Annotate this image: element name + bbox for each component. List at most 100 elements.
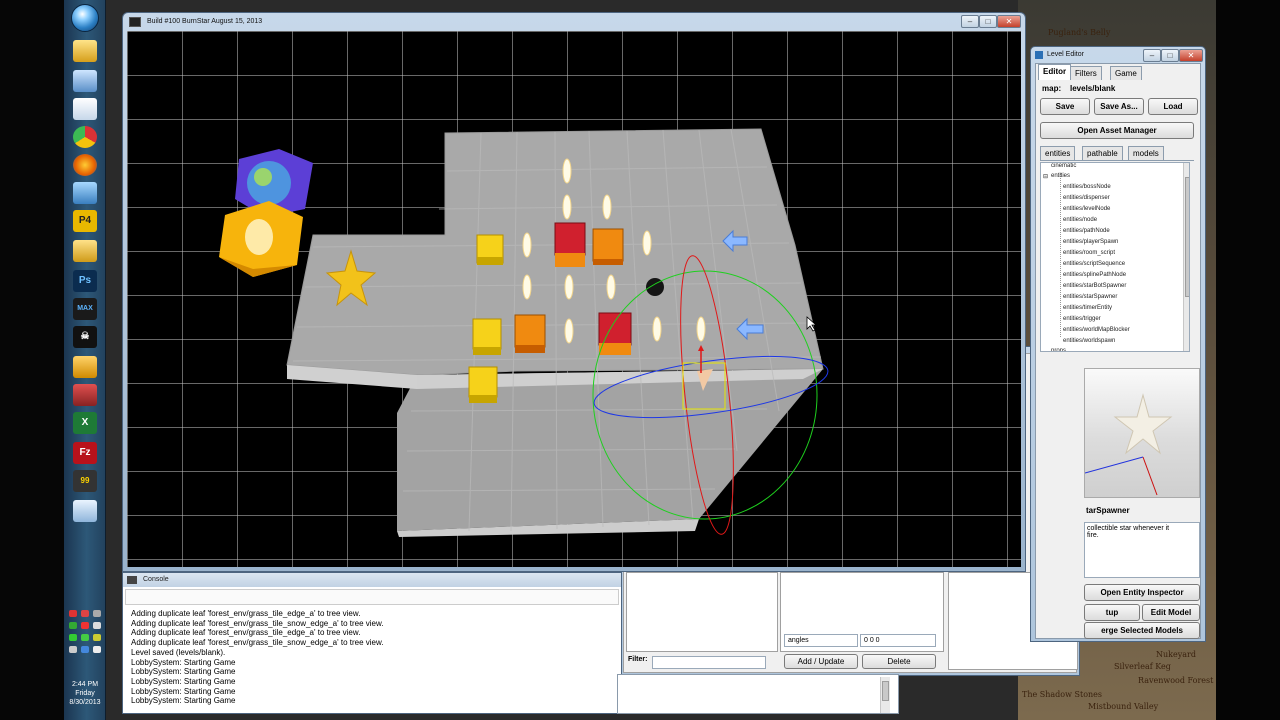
console-scroll-thumb[interactable] [882,681,889,701]
property-name-field[interactable]: angles [784,634,858,647]
tray-icon[interactable] [69,646,77,653]
console-output: Adding duplicate leaf 'forest_env/grass_… [131,609,611,706]
preview-axis-red [1142,456,1158,496]
3dsmax-icon[interactable]: MAX [73,298,97,320]
add-update-button[interactable]: Add / Update [784,654,858,669]
tree-item[interactable]: entities/worldMapBlocker [1063,327,1130,333]
property-value-field[interactable]: 0 0 0 [860,634,936,647]
tray-icon[interactable] [93,634,101,641]
pencil-icon[interactable] [73,356,97,378]
asset-tab-entities[interactable]: entities [1040,146,1076,160]
tree-item[interactable]: entities/playerSpawn [1063,239,1118,245]
taskbar: P4 Ps MAX ☠ X Fz 99 2:44 PM Friday 8/30/… [64,0,106,720]
tree-item[interactable]: entities/node [1063,217,1097,223]
maximize-button[interactable]: □ [979,15,997,28]
tree-item[interactable]: entities/starBotSpawner [1063,283,1126,289]
p4-icon[interactable]: P4 [73,210,97,232]
level-editor-window: Level Editor – □ ✕ Editor Filters Game m… [1030,46,1206,642]
console-toolbar [125,589,619,605]
bookstack-icon[interactable] [73,384,97,406]
tree-item[interactable]: entities/bossNode [1063,184,1111,190]
selected-entity-name: tarSpawner [1086,506,1130,515]
tree-item[interactable]: entities/scriptSequence [1063,261,1125,267]
minimize-button[interactable]: – [961,15,979,28]
tray-icon[interactable] [93,646,101,653]
pirate-icon[interactable]: ☠ [73,326,97,348]
excel-icon[interactable]: X [73,412,97,434]
tree-item[interactable]: entities/levelNode [1063,206,1110,212]
tree-node-entities[interactable]: entities [1051,173,1070,179]
le-close-button[interactable]: ✕ [1179,49,1203,62]
tree-node-cinematic[interactable]: cinematic [1051,163,1076,169]
tray-icon[interactable] [69,610,77,617]
map-label: Silverleaf Keg [1114,662,1171,671]
tree-item[interactable]: entities/trigger [1063,316,1101,322]
photoshop-icon[interactable]: Ps [73,270,97,292]
console-scrollbar[interactable] [880,677,890,713]
asset-tab-models[interactable]: models [1128,146,1164,160]
tree-scrollbar[interactable] [1183,163,1189,351]
tree-item[interactable]: entities/starSpawner [1063,294,1117,300]
tray-icon[interactable] [69,622,77,629]
tree-item[interactable]: entities/splinePathNode [1063,272,1126,278]
screen-icon[interactable] [73,500,97,522]
delete-button[interactable]: Delete [862,654,936,669]
tree-scroll-thumb[interactable] [1185,177,1189,297]
console-line: Adding duplicate leaf 'forest_env/grass_… [131,609,361,618]
asset-tab-pathable[interactable]: pathable [1082,146,1123,160]
save-button[interactable]: Save [1040,98,1090,115]
close-button[interactable]: ✕ [997,15,1021,28]
filter-input[interactable] [652,656,766,669]
taskbar-clock[interactable]: 2:44 PM Friday 8/30/2013 [64,680,106,707]
clock-date: 8/30/2013 [69,699,101,706]
tree-guide [1060,173,1061,337]
tree-node-props[interactable]: props [1051,348,1066,351]
windows-explorer-icon[interactable] [73,40,97,62]
save-as-button[interactable]: Save As... [1094,98,1144,115]
tray-icon[interactable] [81,610,89,617]
filezilla-icon[interactable]: Fz [73,442,97,464]
game-window: Build #100 BurnStar August 15, 2013 – □ … [122,12,1026,572]
tray-icon[interactable] [81,646,89,653]
tree-expander[interactable]: ⊟ [1043,173,1048,180]
tray-icon[interactable] [81,634,89,641]
game-window-title: Build #100 BurnStar August 15, 2013 [147,18,263,25]
console-line: LobbySystem: Starting Game [131,667,236,677]
edit-model-button[interactable]: Edit Model [1142,604,1200,621]
open-entity-inspector-button[interactable]: Open Entity Inspector [1084,584,1200,601]
open-asset-manager-button[interactable]: Open Asset Manager [1040,122,1194,139]
tree-item[interactable]: entities/worldspawn [1063,338,1115,344]
computer-icon[interactable] [73,70,97,92]
notepad-icon[interactable] [73,98,97,120]
firefox-icon[interactable] [73,154,97,176]
folder-icon[interactable] [73,240,97,262]
yellow-block [476,234,504,265]
tab-game[interactable]: Game [1110,66,1142,80]
tray-icon[interactable] [93,610,101,617]
tray-icon[interactable] [81,622,89,629]
start-button[interactable] [71,4,99,32]
entity-tree[interactable]: cinematic ⊟ entities entities/bossNode e… [1040,162,1190,352]
tab-editor[interactable]: Editor [1038,64,1072,80]
tab-filters[interactable]: Filters [1070,66,1102,80]
setup-button[interactable]: tup [1084,604,1140,621]
network-icon[interactable] [73,182,97,204]
orange-block [514,314,546,353]
chrome-icon[interactable] [73,126,97,148]
game-viewport[interactable] [127,31,1021,567]
console-line: Level saved (levels/blank). [131,647,226,657]
app-99-icon[interactable]: 99 [73,470,97,492]
app-icon [1035,51,1043,59]
tray-icon[interactable] [93,622,101,629]
tray-icon[interactable] [69,634,77,641]
inspector-list[interactable] [626,572,778,652]
load-button[interactable]: Load [1148,98,1198,115]
tree-item[interactable]: entities/pathNode [1063,228,1110,234]
tree-item[interactable]: entities/dispenser [1063,195,1110,201]
tree-item[interactable]: entities/room_script [1063,250,1115,256]
le-minimize-button[interactable]: – [1143,49,1161,62]
merge-selected-models-button[interactable]: erge Selected Models [1084,622,1200,639]
tree-item[interactable]: entities/timerEntity [1063,305,1112,311]
le-maximize-button[interactable]: □ [1161,49,1179,62]
model-preview[interactable] [1084,368,1200,498]
